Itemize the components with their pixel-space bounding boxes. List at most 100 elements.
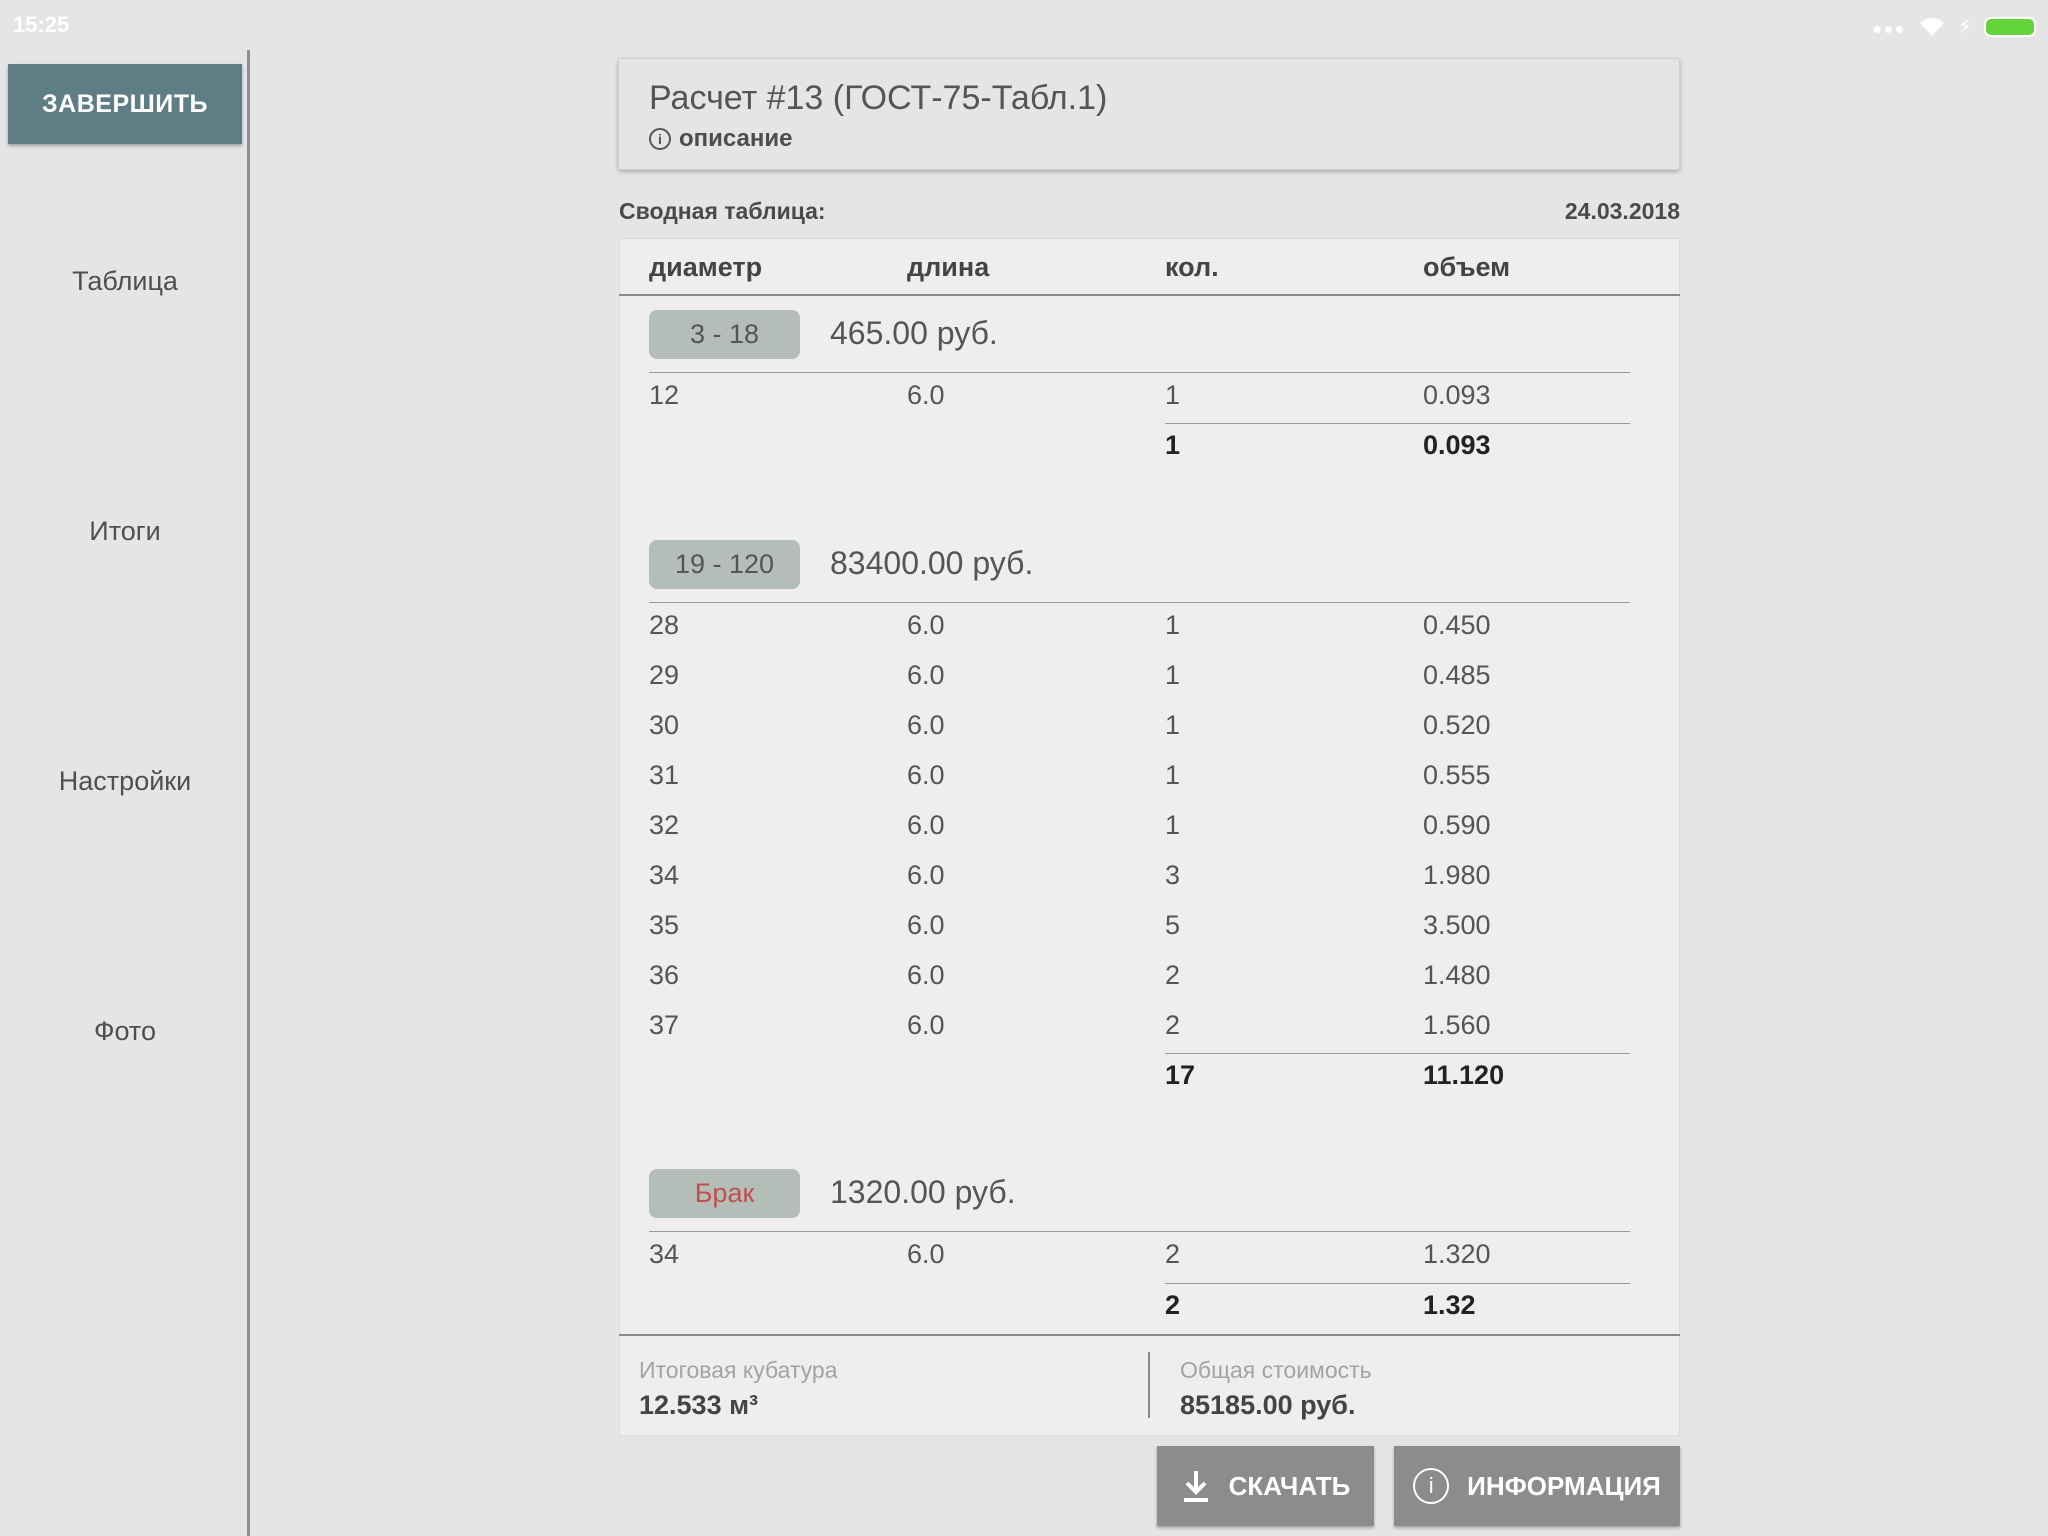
footer-separator xyxy=(1148,1352,1150,1418)
column-header-length: длина xyxy=(907,252,990,282)
total-divider xyxy=(1165,1283,1630,1284)
cell-count: 1 xyxy=(1165,380,1181,410)
cell-volume: 1.320 xyxy=(1423,1239,1491,1269)
cell-count: 1 xyxy=(1165,810,1181,840)
page-title: Расчет #13 (ГОСТ-75-Табл.1) xyxy=(649,79,1108,117)
cell-count: 1 xyxy=(1165,760,1181,790)
group-price: 465.00 руб. xyxy=(830,315,998,351)
sidebar-item-photo[interactable]: Фото xyxy=(0,1016,250,1047)
group-range-chip: Брак xyxy=(649,1169,800,1218)
calculation-header-card[interactable]: Расчет #13 (ГОСТ-75-Табл.1) i описание xyxy=(618,58,1680,170)
cell-count: 2 xyxy=(1165,1010,1181,1040)
cell-length: 6.0 xyxy=(907,760,945,790)
download-label: СКАЧАТЬ xyxy=(1228,1470,1351,1501)
status-bar: 15:25 ••• ⚡ xyxy=(0,0,2048,50)
cell-diameter: 31 xyxy=(649,760,680,790)
group-total-count: 2 xyxy=(1165,1290,1181,1320)
cell-count: 1 xyxy=(1165,610,1181,640)
cell-length: 6.0 xyxy=(907,810,945,840)
status-time: 15:25 xyxy=(13,12,70,37)
information-button[interactable]: i ИНФОРМАЦИЯ xyxy=(1394,1446,1680,1526)
cell-diameter: 37 xyxy=(649,1010,680,1040)
cell-volume: 0.093 xyxy=(1423,380,1491,410)
status-icons: ••• ⚡ xyxy=(1872,13,2036,44)
cell-diameter: 36 xyxy=(649,960,680,990)
group-total-volume: 1.32 xyxy=(1423,1290,1476,1320)
group-divider xyxy=(649,1231,1630,1232)
group-range-chip: 3 - 18 xyxy=(649,310,800,359)
cell-length: 6.0 xyxy=(907,380,945,410)
cell-volume: 0.485 xyxy=(1423,660,1491,690)
total-divider xyxy=(1165,423,1630,424)
wifi-icon xyxy=(1919,17,1944,36)
group-price: 83400.00 руб. xyxy=(830,545,1034,581)
cell-length: 6.0 xyxy=(907,710,945,740)
total-divider xyxy=(1165,1053,1630,1054)
column-header-volume: объем xyxy=(1423,252,1511,282)
total-volume-value: 12.533 м³ xyxy=(639,1390,759,1420)
group-divider xyxy=(649,602,1630,603)
group-total-volume: 0.093 xyxy=(1423,430,1491,460)
cell-diameter: 32 xyxy=(649,810,680,840)
summary-table-panel xyxy=(619,238,1680,1436)
download-icon xyxy=(1183,1471,1208,1502)
cell-count: 1 xyxy=(1165,710,1181,740)
cell-length: 6.0 xyxy=(907,610,945,640)
finish-button[interactable]: ЗАВЕРШИТЬ xyxy=(8,64,242,144)
cell-count: 5 xyxy=(1165,910,1181,940)
total-volume-label: Итоговая кубатура xyxy=(639,1357,838,1383)
description-label: описание xyxy=(679,125,793,152)
cell-volume: 3.500 xyxy=(1423,910,1491,940)
cell-length: 6.0 xyxy=(907,1010,945,1040)
sidebar-item-totals[interactable]: Итоги xyxy=(0,516,250,547)
battery-icon xyxy=(1984,16,2036,37)
sidebar-item-settings[interactable]: Настройки xyxy=(0,766,250,797)
sidebar: ЗАВЕРШИТЬ Таблица Итоги Настройки Фото xyxy=(0,50,250,1536)
cell-length: 6.0 xyxy=(907,960,945,990)
group-total-count: 17 xyxy=(1165,1060,1196,1090)
total-cost-value: 85185.00 руб. xyxy=(1180,1390,1356,1420)
total-cost-label: Общая стоимость xyxy=(1180,1357,1372,1383)
sidebar-item-table[interactable]: Таблица xyxy=(0,266,250,297)
footer-divider xyxy=(619,1334,1680,1336)
cell-volume: 0.590 xyxy=(1423,810,1491,840)
summary-table-label: Сводная таблица: xyxy=(619,198,826,224)
charging-icon: ⚡ xyxy=(1957,16,1972,38)
info-icon: i xyxy=(649,128,671,150)
column-header-count: кол. xyxy=(1165,252,1219,282)
cell-volume: 1.980 xyxy=(1423,860,1491,890)
cell-diameter: 34 xyxy=(649,860,680,890)
cell-count: 2 xyxy=(1165,1239,1181,1269)
cell-diameter: 30 xyxy=(649,710,680,740)
group-total-count: 1 xyxy=(1165,430,1181,460)
information-label: ИНФОРМАЦИЯ xyxy=(1467,1470,1661,1501)
group-divider xyxy=(649,372,1630,373)
cell-length: 6.0 xyxy=(907,1239,945,1269)
cell-diameter: 35 xyxy=(649,910,680,940)
cell-diameter: 28 xyxy=(649,610,680,640)
cell-length: 6.0 xyxy=(907,860,945,890)
summary-date: 24.03.2018 xyxy=(1564,198,1680,224)
cell-count: 2 xyxy=(1165,960,1181,990)
cell-count: 1 xyxy=(1165,660,1181,690)
cell-count: 3 xyxy=(1165,860,1181,890)
cell-length: 6.0 xyxy=(907,910,945,940)
cell-volume: 0.520 xyxy=(1423,710,1491,740)
group-total-volume: 11.120 xyxy=(1423,1060,1505,1090)
cell-volume: 0.450 xyxy=(1423,610,1491,640)
cell-diameter: 29 xyxy=(649,660,680,690)
cell-volume: 0.555 xyxy=(1423,760,1491,790)
download-button[interactable]: СКАЧАТЬ xyxy=(1157,1446,1374,1526)
description-link[interactable]: i описание xyxy=(649,125,793,153)
cell-length: 6.0 xyxy=(907,660,945,690)
group-price: 1320.00 руб. xyxy=(830,1174,1016,1210)
header-divider xyxy=(619,294,1680,296)
cell-diameter: 34 xyxy=(649,1239,680,1269)
cell-diameter: 12 xyxy=(649,380,680,410)
group-range-chip: 19 - 120 xyxy=(649,540,800,589)
cell-volume: 1.560 xyxy=(1423,1010,1491,1040)
cell-volume: 1.480 xyxy=(1423,960,1491,990)
more-dots-icon: ••• xyxy=(1872,13,1906,44)
column-header-diameter: диаметр xyxy=(649,252,763,282)
info-icon: i xyxy=(1413,1468,1450,1504)
